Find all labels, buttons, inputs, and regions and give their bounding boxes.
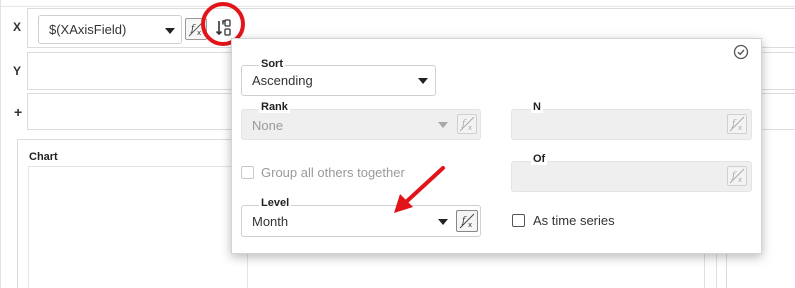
level-value: Month <box>252 214 289 229</box>
check-circle-icon[interactable] <box>733 44 749 60</box>
svg-text:x: x <box>197 29 201 37</box>
level-label: Level <box>259 197 292 209</box>
y-axis-label: Y <box>13 64 22 78</box>
add-axis-label: + <box>14 104 23 120</box>
svg-text:f: f <box>190 24 196 34</box>
sort-label: Sort <box>259 58 285 70</box>
arrow-annotation <box>394 166 445 213</box>
svg-text:f: f <box>731 119 737 129</box>
svg-text:x: x <box>468 124 472 132</box>
chart-preview <box>28 166 248 288</box>
of-input[interactable] <box>511 161 752 192</box>
svg-text:f: f <box>461 216 467 226</box>
sort-value: Ascending <box>252 73 313 88</box>
time-series-checkbox[interactable] <box>512 214 525 227</box>
rank-value: None <box>252 118 284 133</box>
chevron-down-icon <box>418 78 428 84</box>
n-label: N <box>531 101 543 113</box>
x-axis-field-value: $(XAxisField) <box>49 22 127 37</box>
time-series-label: As time series <box>533 213 615 228</box>
svg-text:f: f <box>461 119 467 129</box>
group-others-checkbox[interactable] <box>241 166 254 179</box>
svg-text:x: x <box>738 124 742 132</box>
of-label: Of <box>531 153 548 165</box>
chevron-down-icon <box>438 122 448 128</box>
formula-fx-icon[interactable]: f x <box>456 210 478 232</box>
rank-label: Rank <box>259 101 290 113</box>
svg-text:f: f <box>731 171 737 181</box>
n-input[interactable] <box>511 109 752 140</box>
formula-fx-icon: f x <box>727 166 747 186</box>
svg-text:x: x <box>738 176 742 184</box>
chevron-down-icon <box>165 28 175 34</box>
divider <box>0 6 795 7</box>
svg-text:x: x <box>468 221 472 229</box>
formula-fx-icon: f x <box>457 114 477 134</box>
formula-fx-icon: f x <box>727 114 747 134</box>
x-axis-field-select[interactable]: $(XAxisField) <box>38 15 182 44</box>
x-axis-label: X <box>13 20 22 34</box>
rank-select[interactable]: None <box>241 109 481 140</box>
chart-section-label: Chart <box>29 151 58 163</box>
